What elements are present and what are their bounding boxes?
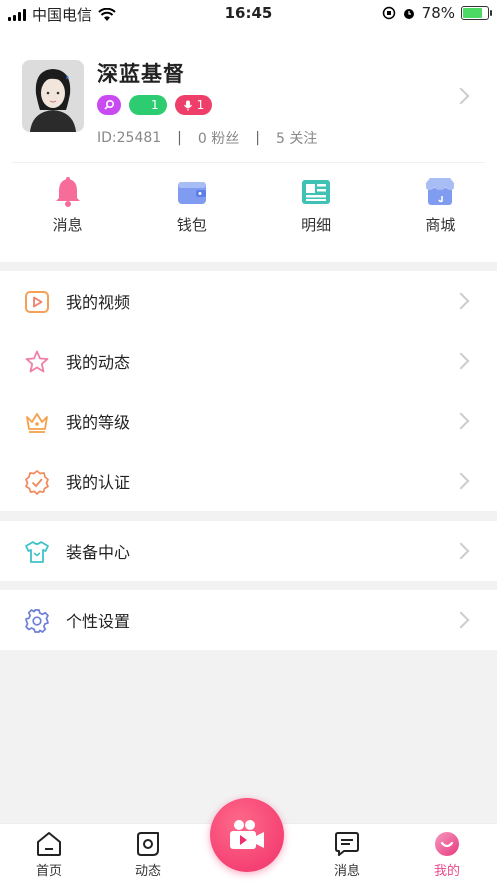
- profile-chevron-right-icon[interactable]: [452, 87, 470, 105]
- chevron-right-icon: [452, 611, 470, 629]
- menu-label: 我的视频: [66, 293, 131, 312]
- crown-icon: [26, 413, 48, 433]
- tab-profile[interactable]: 我的: [417, 830, 477, 879]
- shop-icon: [426, 178, 455, 205]
- mic-badge: 1: [174, 95, 213, 115]
- moon-badge-value: 1: [151, 98, 159, 112]
- avatar[interactable]: [22, 60, 84, 132]
- status-right: 78%: [382, 4, 492, 22]
- home-icon: [37, 832, 61, 856]
- video-camera-icon: [230, 820, 264, 849]
- certified-icon: [25, 470, 49, 495]
- shortcut-messages[interactable]: 消息: [11, 174, 124, 235]
- badge-row: 1 1: [97, 95, 213, 115]
- mic-badge-icon: [183, 100, 192, 110]
- chevron-right-icon: [452, 542, 470, 560]
- menu-item-my-level[interactable]: 我的等级: [0, 391, 497, 451]
- menu-group-equipment: 装备中心: [0, 521, 497, 581]
- orientation-lock-icon: [382, 6, 395, 20]
- follow-count[interactable]: 5 关注: [276, 128, 317, 148]
- moon-badge-icon: [139, 101, 143, 109]
- chevron-right-icon: [452, 472, 470, 490]
- tab-moments[interactable]: 动态: [118, 830, 178, 879]
- shortcut-label: 消息: [52, 216, 83, 234]
- stats-separator: |: [255, 130, 260, 146]
- menu-item-my-moments[interactable]: 我的动态: [0, 331, 497, 391]
- status-bar: 中国电信 16:45 78%: [0, 0, 497, 26]
- battery-percent: 78%: [421, 4, 455, 22]
- shortcut-shop[interactable]: 商城: [384, 174, 497, 235]
- menu-item-my-videos[interactable]: 我的视频: [0, 271, 497, 331]
- tshirt-icon: [25, 541, 49, 563]
- bell-icon: [55, 177, 80, 207]
- wallet-icon: [177, 182, 206, 204]
- username: 深蓝基督: [97, 62, 185, 86]
- search-badge-icon: [97, 95, 121, 115]
- menu-item-equipment-center[interactable]: 装备中心: [0, 521, 497, 581]
- menu-group-settings: 个性设置: [0, 590, 497, 650]
- menu-item-personal-settings[interactable]: 个性设置: [0, 590, 497, 650]
- tab-home[interactable]: 首页: [19, 830, 79, 879]
- newspaper-icon: [302, 180, 331, 204]
- moon-badge: 1: [129, 95, 167, 115]
- menu-label: 装备中心: [66, 543, 131, 562]
- menu-label: 个性设置: [66, 612, 131, 631]
- shortcut-label: 明细: [301, 216, 332, 234]
- fans-count[interactable]: 0 粉丝: [198, 128, 239, 148]
- shortcut-label: 商城: [425, 216, 456, 234]
- center-record-button[interactable]: [210, 798, 284, 872]
- chevron-right-icon: [452, 352, 470, 370]
- gear-icon: [25, 609, 49, 633]
- battery-icon: [461, 6, 492, 20]
- menu-label: 我的动态: [66, 353, 131, 372]
- tab-label: 消息: [333, 864, 360, 879]
- tab-label: 首页: [35, 864, 62, 879]
- menu-item-my-certification[interactable]: 我的认证: [0, 451, 497, 511]
- moments-icon: [137, 832, 159, 856]
- shortcut-details[interactable]: 明细: [260, 174, 373, 235]
- profile-stats: ID:25481 | 0 粉丝 | 5 关注: [97, 128, 317, 148]
- alarm-icon: [403, 9, 414, 19]
- mic-badge-value: 1: [196, 98, 205, 112]
- star-icon: [25, 350, 49, 373]
- divider: [12, 162, 485, 163]
- profile-card[interactable]: 深蓝基督 1 1 ID:25481 | 0 粉丝 | 5 关注 消息 钱包 明细…: [0, 26, 497, 262]
- shortcut-row: 消息 钱包 明细 商城: [0, 174, 497, 235]
- shortcut-wallet[interactable]: 钱包: [135, 174, 248, 235]
- tab-label: 动态: [134, 864, 161, 879]
- chevron-right-icon: [452, 292, 470, 310]
- message-icon: [335, 832, 359, 856]
- stats-separator: |: [177, 130, 182, 146]
- menu-group-personal: 我的视频 我的动态 我的等级 我的认证: [0, 271, 497, 511]
- tab-messages[interactable]: 消息: [317, 830, 377, 879]
- video-icon: [25, 291, 49, 313]
- chevron-right-icon: [452, 412, 470, 430]
- shortcut-label: 钱包: [176, 216, 207, 234]
- menu-label: 我的等级: [66, 413, 131, 432]
- menu-label: 我的认证: [66, 473, 131, 492]
- user-id: ID:25481: [97, 130, 162, 146]
- profile-icon: [435, 832, 459, 856]
- tab-label: 我的: [433, 864, 460, 879]
